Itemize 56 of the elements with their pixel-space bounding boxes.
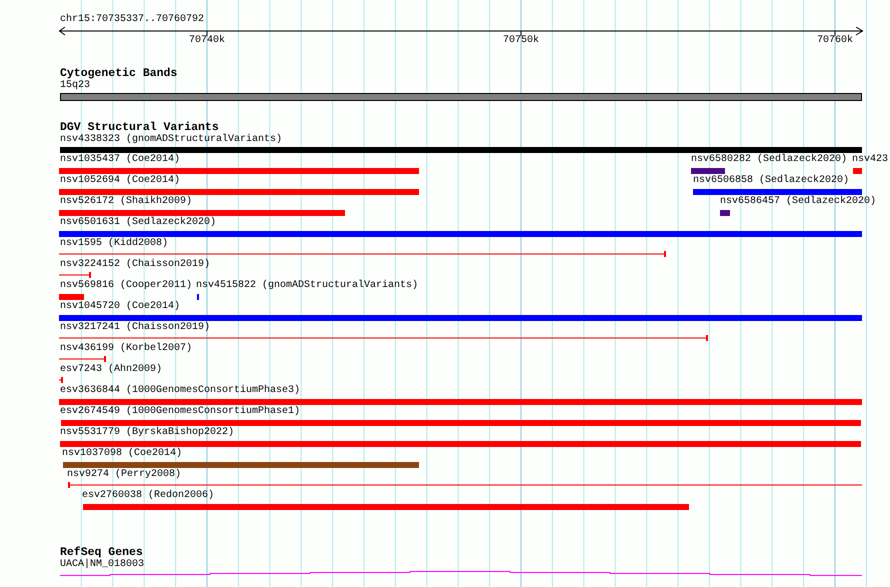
scale-tick-label: 70760k xyxy=(817,35,853,47)
scale-tick-label: 70750k xyxy=(503,35,539,47)
variant-bar[interactable] xyxy=(59,315,862,321)
feature-label[interactable]: nsv6501631 (Sedlazeck2020) xyxy=(60,217,216,229)
feature-label[interactable]: nsv5531779 (ByrskaBishop2022) xyxy=(60,427,234,439)
variant-bar[interactable] xyxy=(59,399,862,405)
feature-label[interactable]: nsv9274 (Perry2008) xyxy=(67,469,182,481)
feature-label[interactable]: nsv1052694 (Coe2014) xyxy=(60,175,180,187)
feature-label[interactable]: nsv3224152 (Chaisson2019) xyxy=(60,259,210,271)
feature-label[interactable]: nsv436199 (Korbel2007) xyxy=(60,343,192,355)
feature-label[interactable]: nsv6580282 (Sedlazeck2020) xyxy=(691,154,848,166)
feature-label[interactable]: nsv526172 (Shaikh2009) xyxy=(60,196,192,208)
cytoband-bar[interactable] xyxy=(60,93,862,101)
feature-label[interactable]: esv2674549 (1000GenomesConsortiumPhase1) xyxy=(60,406,300,418)
feature-label[interactable]: esv7243 (Ahn2009) xyxy=(60,364,162,376)
feature-label[interactable]: esv3636844 (1000GenomesConsortiumPhase3) xyxy=(60,385,300,397)
variant-line[interactable] xyxy=(59,251,667,257)
variant-bar[interactable] xyxy=(59,294,84,300)
feature-label[interactable]: nsv1037098 (Coe2014) xyxy=(62,448,182,460)
variant-bar[interactable] xyxy=(59,189,419,195)
variant-bar[interactable] xyxy=(83,504,689,510)
feature-label[interactable]: nsv6586457 (Sedlazeck2020) xyxy=(720,196,876,208)
feature-label[interactable]: nsv4515822 (gnomADStructuralVariants) xyxy=(196,280,418,292)
variant-line[interactable] xyxy=(68,482,863,488)
variant-bar[interactable] xyxy=(61,420,861,426)
track-title: RefSeq Genes xyxy=(60,547,143,559)
variant-bar[interactable] xyxy=(691,168,725,174)
variant-bar[interactable] xyxy=(59,210,345,216)
feature-label[interactable]: nsv423 xyxy=(852,154,888,166)
feature-label[interactable]: nsv1045720 (Coe2014) xyxy=(60,301,180,313)
feature-label[interactable]: nsv3217241 (Chaisson2019) xyxy=(60,322,210,334)
feature-label[interactable]: nsv6506858 (Sedlazeck2020) xyxy=(693,175,850,187)
variant-bar[interactable] xyxy=(59,231,862,237)
gene-line[interactable] xyxy=(60,570,862,576)
feature-label[interactable]: nsv569816 (Cooper2011) xyxy=(60,280,192,292)
variant-line[interactable] xyxy=(59,335,709,341)
feature-label[interactable]: nsv4338323 (gnomADStructuralVariants) xyxy=(60,134,282,146)
variant-bar[interactable] xyxy=(60,147,862,153)
feature-label[interactable]: UACA|NM_018003 xyxy=(60,559,144,571)
track-title: DGV Structural Variants xyxy=(60,122,219,134)
location-label: chr15:70735337..70760792 xyxy=(60,14,204,26)
variant-bar[interactable] xyxy=(853,168,862,174)
feature-label[interactable]: esv2760038 (Redon2006) xyxy=(82,490,214,502)
variant-bar[interactable] xyxy=(60,441,861,447)
variant-line[interactable] xyxy=(59,377,64,383)
feature-label[interactable]: 15q23 xyxy=(60,80,90,92)
variant-bar[interactable] xyxy=(720,210,730,216)
variant-bar[interactable] xyxy=(59,168,419,174)
scale-tick-label: 70740k xyxy=(189,35,225,47)
variant-bar[interactable] xyxy=(63,462,419,468)
variant-line[interactable] xyxy=(59,356,107,362)
variant-bar[interactable] xyxy=(693,189,862,195)
track-title: Cytogenetic Bands xyxy=(60,68,178,80)
variant-line[interactable] xyxy=(59,272,92,278)
feature-label[interactable]: nsv1595 (Kidd2008) xyxy=(60,238,168,250)
feature-label[interactable]: nsv1035437 (Coe2014) xyxy=(60,154,180,166)
